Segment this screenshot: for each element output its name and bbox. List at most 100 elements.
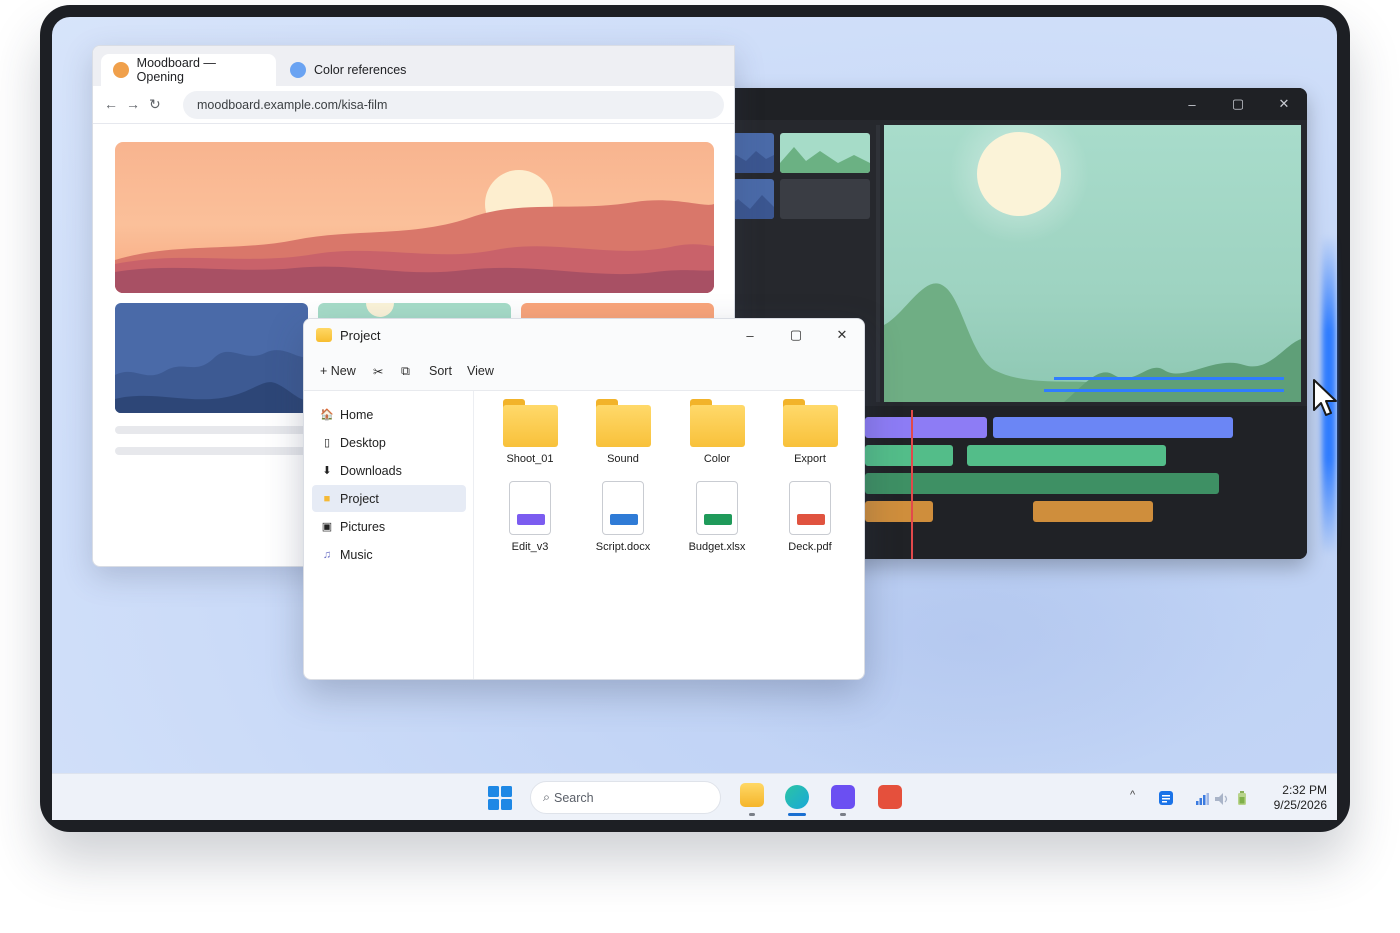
sidebar-item-desktop[interactable]: ▯ Desktop — [312, 429, 466, 456]
back-arrow-icon[interactable]: ← — [104, 96, 118, 112]
cut-button[interactable]: ✂ — [373, 364, 383, 379]
file-item[interactable]: Script.docx — [583, 481, 663, 553]
battery-icon[interactable] — [1238, 791, 1246, 810]
browser-tab-bar: Moodboard — Opening Color references — [93, 46, 734, 86]
browser-app-icon[interactable] — [785, 785, 809, 809]
file-explorer-window[interactable]: Project – ▢ ✕ + New ✂ ⧉ Sort View 🏠 Home … — [303, 318, 865, 680]
tray-overflow-chevron[interactable]: ^ — [1130, 789, 1135, 801]
sidebar-item-home[interactable]: 🏠 Home — [312, 401, 466, 428]
volume-icon[interactable] — [1215, 792, 1229, 810]
preview-scene — [884, 125, 1301, 402]
media-thumbnail-empty[interactable] — [780, 179, 870, 219]
timeline-clip[interactable] — [865, 473, 1219, 494]
mouse-cursor-icon — [1312, 378, 1338, 423]
file-item[interactable]: Budget.xlsx — [677, 481, 757, 553]
spreadsheet-file-icon — [696, 481, 738, 535]
tab-label: Moodboard — Opening — [136, 56, 216, 84]
file-item[interactable]: Edit_v3 — [490, 481, 570, 553]
sidebar-item-label: Pictures — [340, 519, 386, 534]
network-icon[interactable] — [1196, 792, 1209, 810]
scissors-icon: ✂ — [373, 365, 384, 379]
card-landscape — [115, 350, 308, 413]
view-button[interactable]: View — [467, 364, 494, 378]
tab-label: Color references — [314, 63, 407, 77]
timeline-clip[interactable] — [1033, 501, 1153, 522]
hero-landscape — [115, 170, 714, 293]
moodboard-hero-image[interactable] — [115, 142, 714, 293]
timeline-clip[interactable] — [865, 445, 953, 466]
editor-maximize-button[interactable]: ▢ — [1218, 88, 1258, 120]
copy-icon: ⧉ — [401, 364, 410, 378]
system-clock[interactable]: 2:32 PM 9/25/2026 — [1257, 783, 1327, 813]
folder-icon — [595, 399, 651, 447]
sidebar-item-label: Project — [340, 491, 379, 506]
timeline-playhead[interactable] — [911, 410, 913, 559]
app-running-indicator — [749, 813, 755, 816]
sidebar-item-music[interactable]: ♫ Music — [312, 541, 466, 568]
item-label: Shoot_01 — [506, 453, 554, 465]
close-icon: ✕ — [836, 327, 848, 342]
timeline-clip[interactable] — [865, 417, 987, 438]
timeline-clip[interactable] — [993, 417, 1233, 438]
video-preview[interactable] — [884, 125, 1301, 402]
sort-button[interactable]: Sort — [429, 364, 452, 378]
tab-moodboard[interactable]: Moodboard — Opening — [101, 54, 276, 86]
reload-icon[interactable]: ↻ — [149, 96, 161, 113]
notes-app-icon[interactable] — [1159, 791, 1173, 805]
home-icon: 🏠 — [320, 409, 334, 421]
folder-item[interactable]: Export — [770, 399, 850, 465]
download-icon: ⬇ — [322, 465, 332, 477]
taskbar: ⌕ Search ^ 2:32 PM 9/25/2026 — [52, 773, 1337, 820]
editor-titlebar[interactable]: – ▢ ✕ — [720, 88, 1307, 120]
file-explorer-app-icon[interactable] — [740, 783, 764, 807]
thumbnail-art — [780, 147, 870, 173]
loading-placeholder — [115, 447, 315, 455]
folder-icon: ■ — [323, 492, 331, 505]
browser-toolbar: ← → ↻ moodboard.example.com/kisa-film — [93, 86, 734, 124]
sidebar-item-pictures[interactable]: ▣ Pictures — [312, 513, 466, 540]
explorer-close-button[interactable]: ✕ — [822, 319, 862, 351]
address-bar[interactable]: moodboard.example.com/kisa-film — [183, 91, 724, 119]
sidebar-item-label: Downloads — [340, 463, 402, 478]
timeline-clip[interactable] — [967, 445, 1166, 466]
folder-item[interactable]: Shoot_01 — [490, 399, 570, 465]
new-label: New — [330, 364, 356, 378]
clock-time: 2:32 PM — [1282, 783, 1327, 797]
presentation-app-icon[interactable] — [878, 785, 902, 809]
sidebar-item-downloads[interactable]: ⬇ Downloads — [312, 457, 466, 484]
media-thumbnail[interactable] — [780, 133, 870, 173]
folder-item[interactable]: Color — [677, 399, 757, 465]
explorer-titlebar[interactable]: Project – ▢ ✕ — [304, 319, 864, 353]
editor-minimize-button[interactable]: – — [1172, 88, 1212, 120]
video-file-icon — [509, 481, 551, 535]
editor-close-button[interactable]: ✕ — [1264, 88, 1304, 120]
item-label: Budget.xlsx — [688, 541, 746, 553]
maximize-icon: ▢ — [1231, 96, 1245, 111]
explorer-maximize-button[interactable]: ▢ — [776, 319, 816, 351]
sidebar-item-label: Desktop — [340, 435, 386, 450]
timeline-clip[interactable] — [865, 501, 933, 522]
desktop-icon: ▯ — [323, 437, 331, 449]
copy-button[interactable]: ⧉ — [401, 364, 410, 379]
sidebar-item-project[interactable]: ■ Project — [312, 485, 466, 512]
moodboard-card[interactable] — [115, 303, 308, 413]
document-file-icon — [602, 481, 644, 535]
taskbar-search-input[interactable]: ⌕ Search — [530, 781, 721, 814]
video-editor-app-icon[interactable] — [831, 785, 855, 809]
close-icon: ✕ — [1278, 96, 1290, 111]
item-label: Deck.pdf — [788, 541, 832, 553]
start-button[interactable] — [488, 786, 512, 810]
tab-color-references[interactable]: Color references — [278, 54, 428, 86]
explorer-sidebar: 🏠 Home ▯ Desktop ⬇ Downloads ■ Project ▣ Pict… — [304, 391, 474, 679]
clock-date: 9/25/2026 — [1273, 798, 1327, 812]
address-text: moodboard.example.com/kisa-film — [197, 98, 388, 112]
minimize-icon: – — [1188, 96, 1196, 112]
explorer-minimize-button[interactable]: – — [730, 319, 770, 351]
panel-divider — [876, 125, 880, 402]
forward-arrow-icon[interactable]: → — [126, 96, 140, 112]
file-item[interactable]: Deck.pdf — [770, 481, 850, 553]
music-icon: ♫ — [322, 548, 332, 561]
folder-item[interactable]: Sound — [583, 399, 663, 465]
search-icon: ⌕ — [543, 790, 551, 804]
new-button[interactable]: + New — [320, 364, 356, 378]
